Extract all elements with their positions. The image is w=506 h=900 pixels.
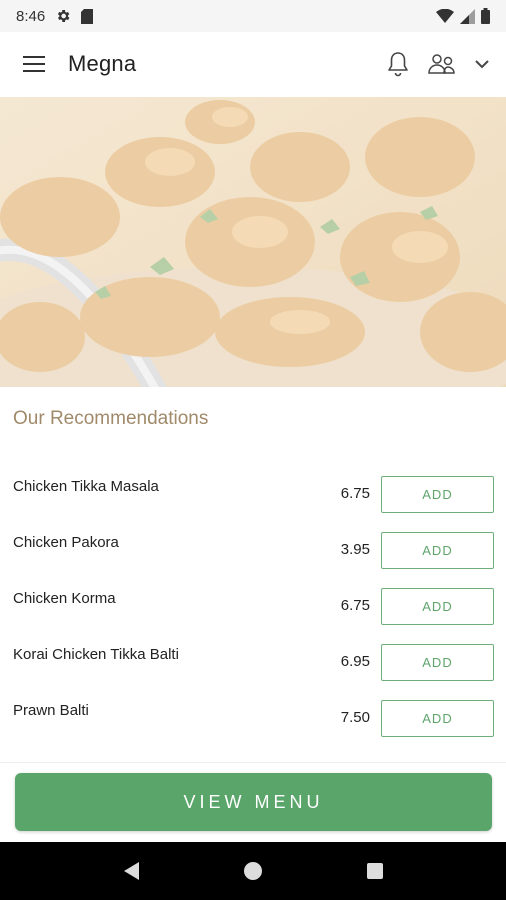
add-button[interactable]: ADD	[381, 532, 494, 569]
sim-card-icon	[81, 8, 94, 24]
settings-icon	[55, 8, 71, 24]
list-item: Chicken Korma 6.75 ADD	[0, 578, 506, 634]
item-name: Chicken Tikka Masala	[13, 478, 159, 495]
list-item: Chicken Pakora 3.95 ADD	[0, 522, 506, 578]
status-bar: 8:46	[0, 0, 506, 32]
item-price: 7.50	[340, 709, 370, 726]
app-actions	[386, 51, 490, 77]
app-title: Megna	[68, 51, 137, 76]
recommendations-title: Our Recommendations	[13, 408, 209, 429]
add-button[interactable]: ADD	[381, 588, 494, 625]
item-price: 6.75	[340, 485, 370, 502]
list-item: Chicken Tikka Masala 6.75 ADD	[0, 466, 506, 522]
chevron-down-icon[interactable]	[474, 58, 490, 70]
navigation-bar	[0, 842, 506, 900]
wifi-icon	[436, 9, 454, 23]
item-name: Chicken Korma	[13, 590, 116, 607]
hero-food-image	[0, 97, 506, 387]
item-price: 6.75	[340, 597, 370, 614]
status-right	[436, 8, 490, 24]
menu-icon[interactable]	[22, 52, 46, 76]
item-name: Korai Chicken Tikka Balti	[13, 646, 179, 663]
home-icon[interactable]	[233, 851, 273, 891]
app-bar: Megna	[0, 32, 506, 96]
add-button[interactable]: ADD	[381, 700, 494, 737]
recommendation-list: Chicken Tikka Masala 6.75 ADD Chicken Pa…	[0, 466, 506, 746]
item-price: 3.95	[340, 541, 370, 558]
item-name: Prawn Balti	[13, 702, 89, 719]
item-price: 6.95	[340, 653, 370, 670]
add-button[interactable]: ADD	[381, 644, 494, 681]
view-menu-button[interactable]: VIEW MENU	[15, 773, 492, 831]
add-button[interactable]: ADD	[381, 476, 494, 513]
back-icon[interactable]	[111, 851, 151, 891]
list-item: Prawn Balti 7.50 ADD	[0, 690, 506, 746]
list-item: Korai Chicken Tikka Balti 6.95 ADD	[0, 634, 506, 690]
item-name: Chicken Pakora	[13, 534, 119, 551]
user-group-icon[interactable]	[426, 53, 458, 75]
bell-icon[interactable]	[386, 51, 410, 77]
signal-icon	[460, 8, 475, 24]
divider	[0, 762, 506, 763]
status-left: 8:46	[16, 7, 94, 25]
recents-icon[interactable]	[355, 851, 395, 891]
battery-icon	[481, 8, 490, 24]
status-time: 8:46	[16, 7, 46, 25]
